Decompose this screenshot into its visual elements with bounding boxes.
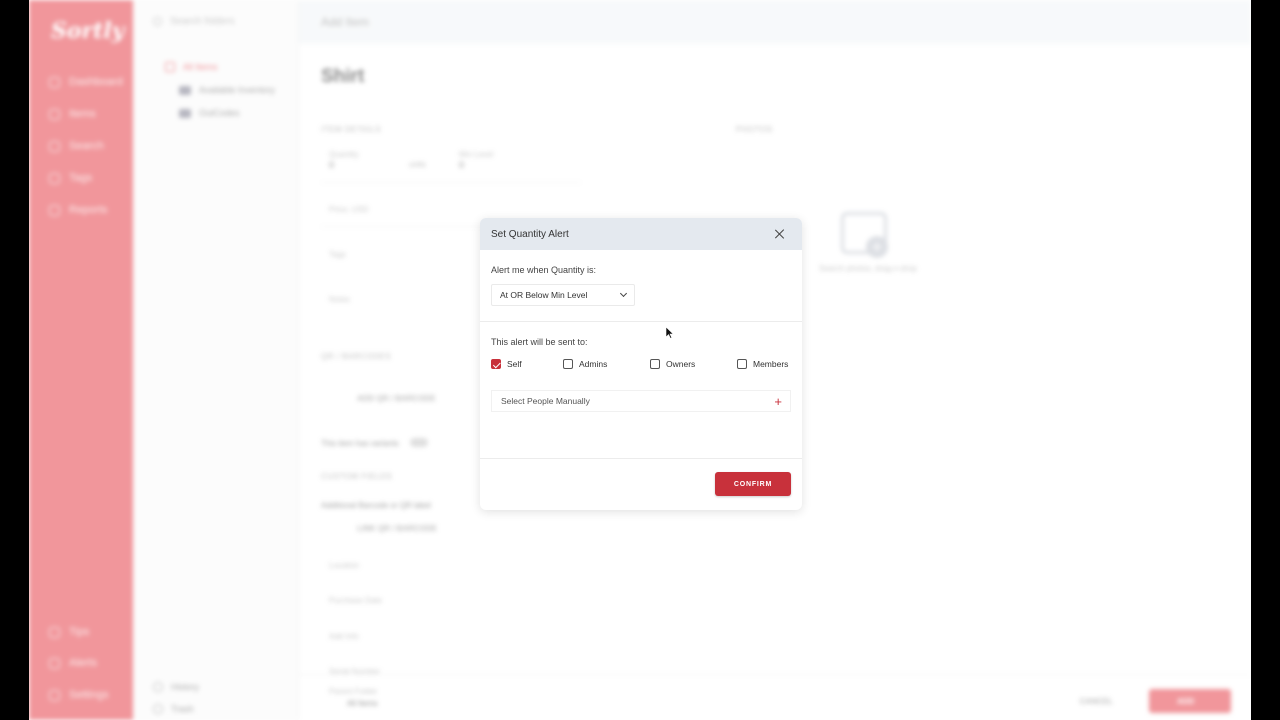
checkbox-icon bbox=[650, 359, 660, 369]
alert-condition-value: At OR Below Min Level bbox=[500, 290, 588, 300]
alert-condition-select[interactable]: At OR Below Min Level bbox=[491, 284, 635, 306]
recipient-options: Self Admins Owners Members bbox=[491, 359, 791, 371]
checkbox-checked-icon bbox=[491, 359, 501, 369]
quantity-alert-dialog: Set Quantity Alert Alert me when Quantit… bbox=[480, 218, 802, 510]
checkbox-icon bbox=[563, 359, 573, 369]
dialog-title: Set Quantity Alert bbox=[491, 228, 569, 240]
alert-condition-label: Alert me when Quantity is: bbox=[491, 265, 597, 275]
app-window: Sortly Dashboard Items Search Tags Repor… bbox=[29, 0, 1251, 720]
close-icon[interactable] bbox=[775, 229, 785, 239]
confirm-button[interactable]: CONFIRM bbox=[715, 472, 791, 496]
dialog-header: Set Quantity Alert bbox=[480, 218, 802, 250]
recipient-self-checkbox[interactable]: Self bbox=[491, 359, 522, 369]
recipient-owners-checkbox[interactable]: Owners bbox=[650, 359, 695, 369]
recipient-admins-checkbox[interactable]: Admins bbox=[563, 359, 607, 369]
checkbox-icon bbox=[737, 359, 747, 369]
sent-to-label: This alert will be sent to: bbox=[491, 337, 588, 347]
mouse-cursor bbox=[665, 326, 675, 344]
select-people-placeholder: Select People Manually bbox=[501, 396, 590, 406]
chevron-down-icon bbox=[619, 289, 628, 298]
recipient-members-checkbox[interactable]: Members bbox=[737, 359, 788, 369]
divider bbox=[480, 458, 802, 459]
plus-icon[interactable]: + bbox=[774, 395, 782, 408]
divider bbox=[480, 321, 802, 322]
select-people-input[interactable]: Select People Manually + bbox=[491, 390, 791, 412]
